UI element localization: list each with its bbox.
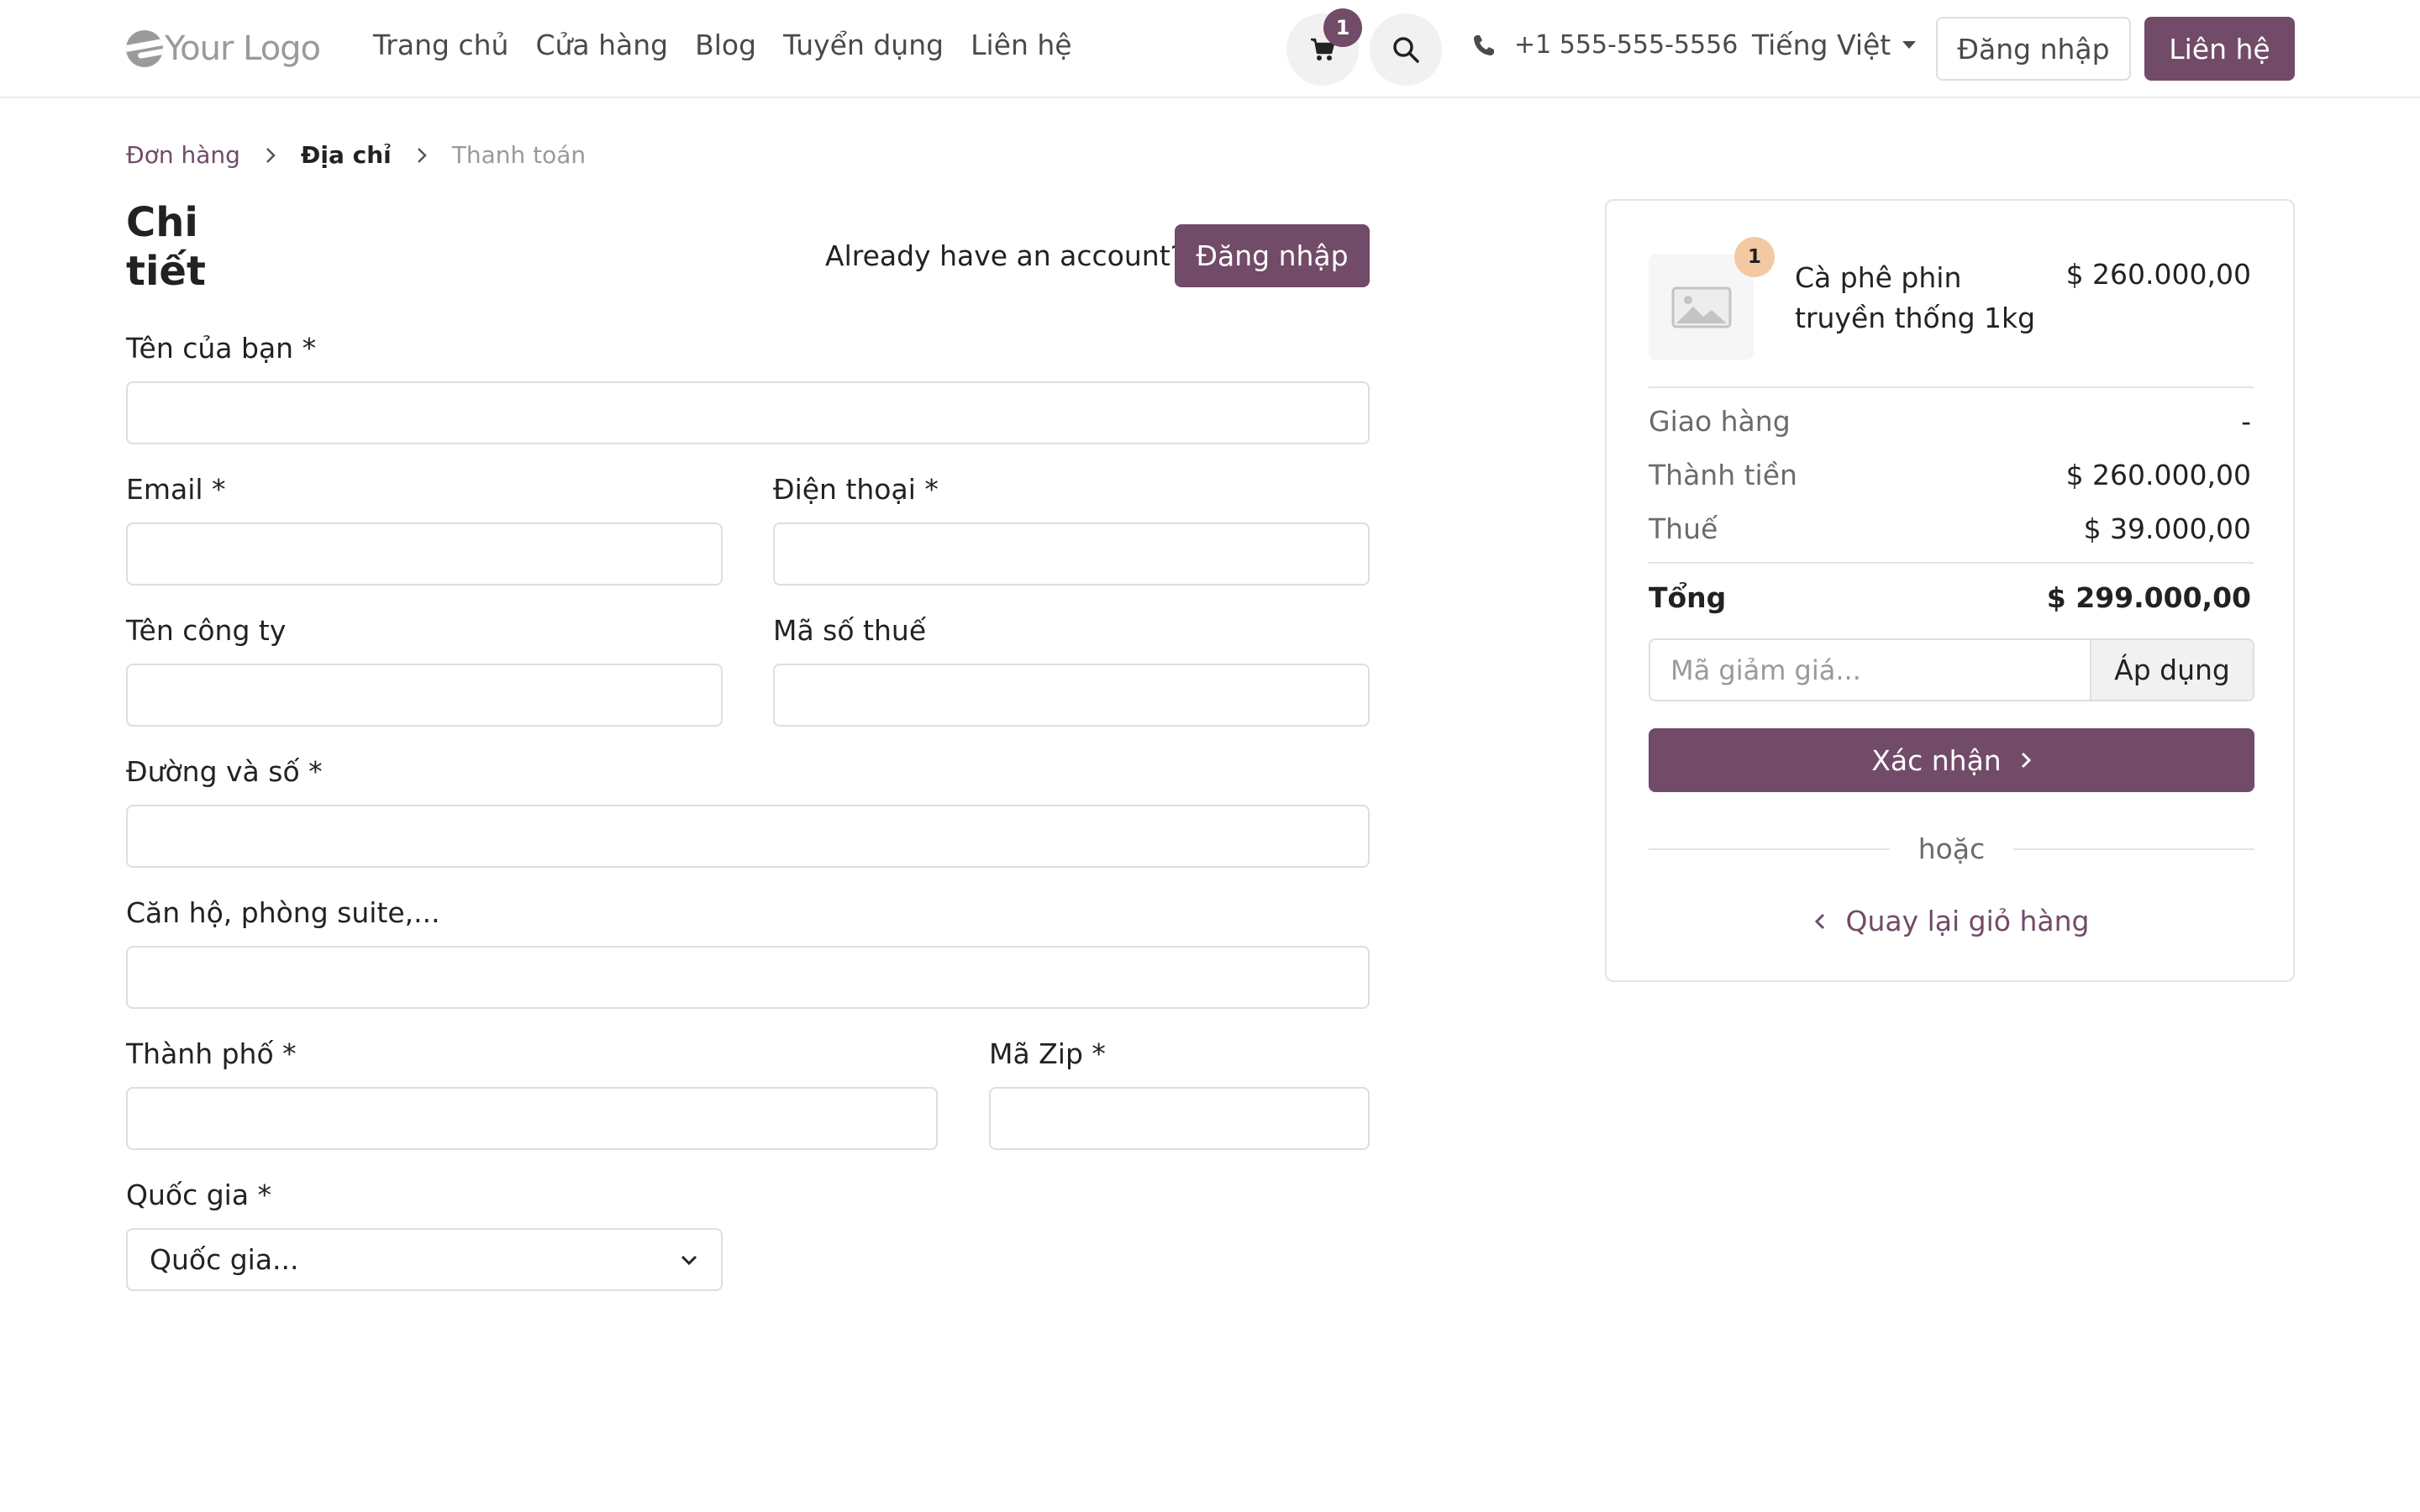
street-label: Đường và số * [126,755,323,788]
subtotal-label: Thành tiền [1649,459,1797,491]
chevron-right-icon [415,145,429,165]
or-line-left [1649,848,1890,850]
divider [1649,386,2254,388]
chevron-right-icon [2021,752,2031,769]
or-text: hoặc [1918,832,1986,865]
phone-number: +1 555-555-5556 [1514,30,1739,60]
product-name: Cà phê phin truyền thống 1kg [1795,261,2036,334]
city-input[interactable] [126,1087,938,1150]
country-label: Quốc gia * [126,1179,272,1211]
confirm-button-label: Xác nhận [1871,743,2002,777]
coupon-input[interactable] [1650,640,2090,700]
site-header: Your Logo Trang chủ Cửa hàng Blog Tuyển … [0,0,2420,98]
back-to-cart-link[interactable]: Quay lại giỏ hàng [1607,905,2296,937]
logo-text: Your Logo [165,29,321,68]
nav-item-shop[interactable]: Cửa hàng [535,29,668,61]
chevron-down-icon [681,1255,697,1265]
nav-item-home[interactable]: Trang chủ [373,29,508,61]
phone-icon [1474,34,1494,55]
phone-label: Điện thoại * [773,473,939,506]
country-select-value: Quốc gia... [150,1243,299,1276]
vat-input[interactable] [773,664,1370,727]
total-value: $ 299.000,00 [2046,581,2251,614]
nav-item-jobs[interactable]: Tuyển dụng [783,29,944,61]
zip-label: Mã Zip * [989,1037,1106,1070]
nav-item-blog[interactable]: Blog [695,29,756,61]
login-button[interactable]: Đăng nhập [1175,224,1370,287]
or-separator: hoặc [1649,832,2255,865]
name-input[interactable] [126,381,1370,444]
email-input[interactable] [126,522,723,585]
language-selector[interactable]: Tiếng Việt [1752,29,1917,61]
checkout-breadcrumb: Đơn hàng Địa chỉ Thanh toán [126,141,586,169]
subtotal-value: $ 260.000,00 [2065,459,2251,491]
header-contact-button[interactable]: Liên hệ [2144,17,2295,81]
breadcrumb-order[interactable]: Đơn hàng [126,141,240,169]
total-label: Tổng [1649,581,1727,614]
tax-label: Thuế [1649,512,1718,545]
nav-item-contact[interactable]: Liên hệ [971,29,1071,61]
street-input[interactable] [126,805,1370,868]
language-label: Tiếng Việt [1752,29,1891,61]
delivery-value: - [2241,405,2251,438]
caret-down-icon [1902,41,1917,49]
main-nav: Trang chủ Cửa hàng Blog Tuyển dụng Liên … [373,29,1072,61]
city-label: Thành phố * [126,1037,297,1070]
search-button[interactable] [1370,13,1442,86]
breadcrumb-payment: Thanh toán [451,141,587,169]
coupon-group: Áp dụng [1649,638,2254,701]
cart-count-badge: 1 [1323,8,1362,47]
back-to-cart-label: Quay lại giỏ hàng [1845,905,2090,937]
phone-input[interactable] [773,522,1370,585]
logo-mark [126,30,163,67]
name-label: Tên của bạn * [126,332,317,365]
country-select[interactable]: Quốc gia... [126,1228,723,1291]
chevron-right-icon [264,145,277,165]
email-label: Email * [126,473,226,506]
confirm-button[interactable]: Xác nhận [1649,728,2254,792]
order-summary: 1 Cà phê phin truyền thống 1kg $ 260.000… [1605,199,2295,982]
zip-input[interactable] [989,1087,1370,1150]
search-icon [1393,37,1419,63]
product-quantity-badge: 1 [1734,237,1775,277]
company-input[interactable] [126,664,723,727]
company-label: Tên công ty [126,614,287,647]
image-placeholder-icon [1671,286,1731,328]
divider [1649,562,2254,564]
vat-label: Mã số thuế [773,614,927,647]
delivery-label: Giao hàng [1649,405,1791,438]
product-thumbnail [1649,255,1754,360]
chevron-left-icon [1814,913,1824,929]
account-question: Already have an account? [825,239,1186,272]
breadcrumb-address: Địa chỉ [300,141,392,169]
tax-value: $ 39.000,00 [2083,512,2251,545]
street2-label: Căn hộ, phòng suite,... [126,896,440,929]
logo[interactable]: Your Logo [126,25,321,72]
page-title: Chi tiết [126,199,206,295]
phone-contact[interactable]: +1 555-555-5556 [1472,30,1738,60]
street2-input[interactable] [126,946,1370,1009]
apply-coupon-button[interactable]: Áp dụng [2090,640,2253,700]
product-price: $ 260.000,00 [2065,258,2251,291]
header-login-button[interactable]: Đăng nhập [1936,17,2131,81]
or-line-right [2013,848,2255,850]
